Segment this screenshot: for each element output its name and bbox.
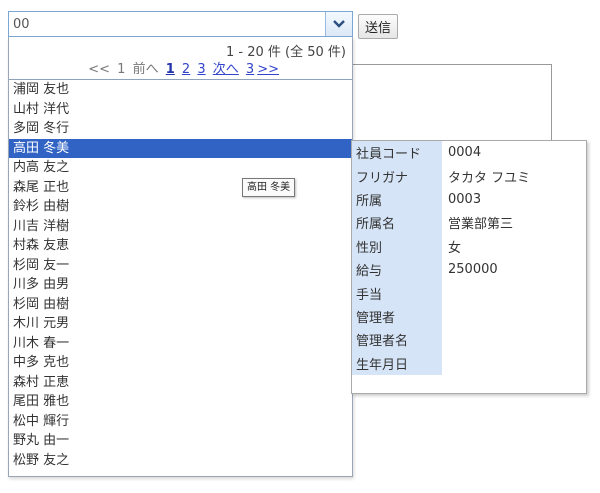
detail-label: 所属 [352,187,442,212]
detail-label: 給与 [352,257,442,282]
list-item[interactable]: 鈴杉 由樹 [9,197,352,217]
detail-row: 管理者 [352,304,586,329]
tooltip: 高田 冬美 [242,178,296,197]
detail-table: 社員コード 0004 フリガナ タカタ フユミ 所属 0003 所属名 営業部第三 性別女給与 2… [352,141,586,375]
detail-row: 管理者名 [352,328,586,352]
detail-row: 性別女 [352,234,586,258]
list-item[interactable]: 内高 友之 [9,158,352,178]
detail-label: 所属名 [352,211,442,235]
detail-label: 手当 [352,281,442,305]
list-item[interactable]: 高田 冬美 [9,138,352,158]
list-item[interactable]: 中多 克也 [9,353,352,373]
detail-value [442,352,586,375]
detail-label: フリガナ [352,164,442,188]
send-button[interactable]: 送信 [358,14,398,39]
list-item[interactable]: 多岡 冬行 [9,119,352,139]
employee-list: 浦岡 友也 山村 洋代 多岡 冬行 高田 冬美 内高 友之 森尾 正也 鈴杉 由樹 川吉 洋樹… [9,80,352,470]
next-page-link[interactable]: 次へ [213,62,239,77]
list-item[interactable]: 森尾 正也 [9,178,352,198]
list-item[interactable]: 松中 輝行 [9,412,352,432]
background-text-area [352,64,552,145]
detail-value [442,305,586,328]
detail-label: 社員コード [352,141,442,165]
page-link-3[interactable]: 3 [197,62,205,77]
list-item[interactable]: 山村 洋代 [9,100,352,120]
chevron-down-icon [333,20,345,28]
detail-row: 生年月日 [352,351,586,375]
detail-label: 性別 [352,234,442,258]
last-page-number[interactable]: 3 [246,62,254,77]
list-item[interactable]: 森村 正恵 [9,373,352,393]
detail-value: タカタ フユミ [448,170,531,186]
page-link-2[interactable]: 2 [182,62,190,77]
first-page-number[interactable]: 1 [117,62,125,77]
detail-value [442,281,586,304]
detail-row: 手当 [352,281,586,305]
list-item[interactable]: 木川 元男 [9,314,352,334]
detail-row: 所属 0003 [352,187,586,212]
combo-dropdown-button[interactable] [325,12,352,36]
list-item[interactable]: 川多 由男 [9,275,352,295]
list-item[interactable]: 松野 友之 [9,451,352,471]
detail-value [442,328,586,351]
list-item[interactable]: 野丸 由一 [9,431,352,451]
pager: 1 - 20 件 (全 50 件) << 1 前へ 1 2 3 次へ 3 >> [9,37,352,80]
list-item[interactable]: 杉岡 由樹 [9,295,352,315]
employee-detail-panel: 社員コード 0004 フリガナ タカタ フユミ 所属 0003 所属名 営業部第三 性別女給与 2… [351,140,587,394]
detail-label: 管理者 [352,304,442,329]
page-link-1[interactable]: 1 [166,62,175,77]
list-item[interactable]: 村森 友恵 [9,236,352,256]
detail-row: フリガナ タカタ フユミ [352,164,586,188]
first-page-link[interactable]: << [88,62,110,77]
list-item[interactable]: 杉岡 友一 [9,256,352,276]
prev-page-link[interactable]: 前へ [133,62,159,77]
employee-combo-box[interactable] [8,11,353,37]
detail-value: 営業部第三 [448,217,514,233]
detail-row: 所属名 営業部第三 [352,211,586,235]
detail-value: 0003 [448,191,482,207]
detail-label: 管理者名 [352,328,442,352]
combo-text-input[interactable] [9,12,327,36]
list-item[interactable]: 浦岡 友也 [9,80,352,100]
list-item[interactable]: 川吉 洋樹 [9,217,352,237]
list-item[interactable]: 尾田 雅也 [9,392,352,412]
detail-row: 給与 250000 [352,257,586,282]
detail-label: 生年月日 [352,351,442,375]
detail-row: 社員コード 0004 [352,141,586,165]
list-item[interactable]: 川木 春一 [9,334,352,354]
last-page-link[interactable]: >> [257,62,279,77]
combo-dropdown-list: 1 - 20 件 (全 50 件) << 1 前へ 1 2 3 次へ 3 >> 浦… [8,37,353,477]
detail-value: 250000 [448,262,498,278]
pager-nav: << 1 前へ 1 2 3 次へ 3 >> [88,58,282,77]
detail-value: 0004 [448,145,482,161]
detail-value: 女 [448,240,462,256]
